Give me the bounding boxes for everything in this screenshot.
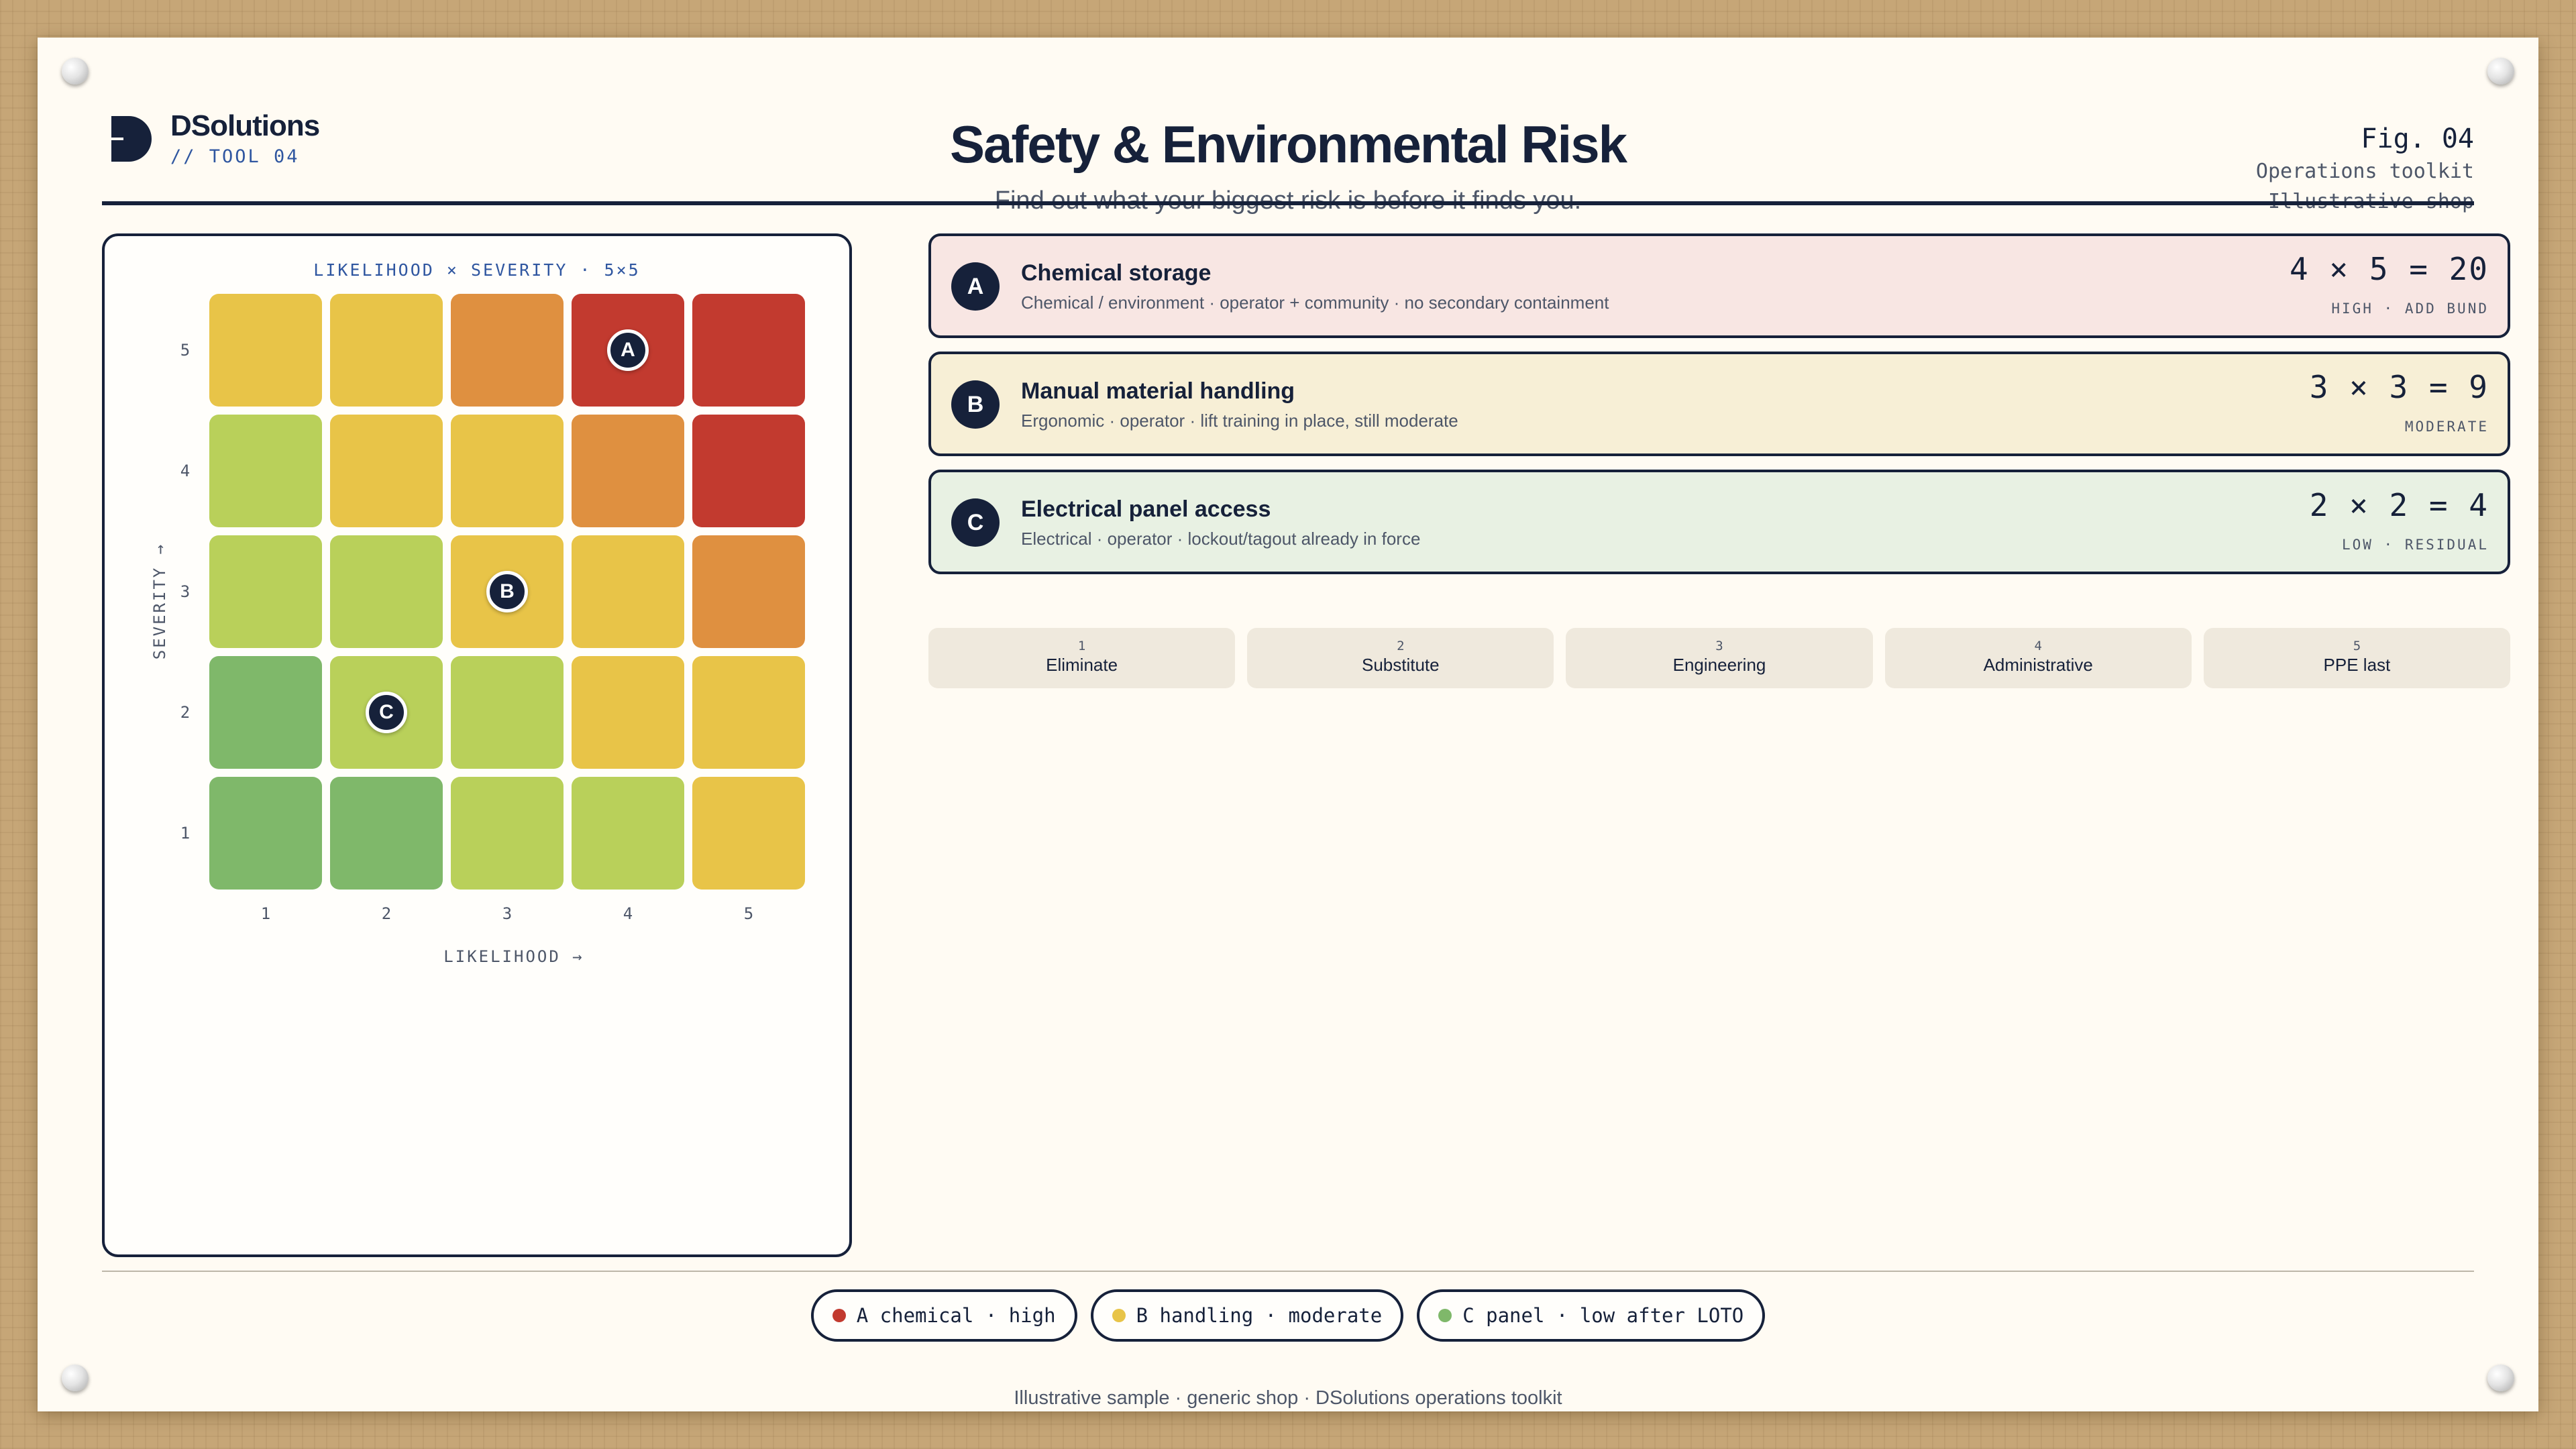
matrix-cell-l5-s5[interactable]	[692, 294, 805, 407]
matrix-cell-l1-s3[interactable]	[209, 535, 322, 648]
risk-marker-b[interactable]: B	[486, 571, 528, 612]
risk-title: Electrical panel access	[1021, 496, 1271, 522]
risk-badge: C	[951, 498, 1000, 547]
control-label: Engineering	[1672, 655, 1766, 675]
pin-top-left	[62, 58, 89, 85]
legend-label: C panel · low after LOTO	[1462, 1304, 1744, 1327]
matrix-cell-l4-s4[interactable]	[572, 415, 684, 527]
risk-score: 4 × 5 = 20	[2290, 251, 2489, 287]
risk-description: Chemical / environment · operator + comm…	[1021, 292, 1609, 313]
legend: A chemical · high B handling · moderate …	[38, 1289, 2538, 1342]
matrix-cell-l2-s3[interactable]	[330, 535, 443, 648]
page-title: Safety & Environmental Risk	[950, 115, 1627, 174]
risk-description: Ergonomic · operator · lift training in …	[1021, 411, 1458, 431]
risk-score: 2 × 2 = 4	[2309, 487, 2489, 523]
legend-item-a[interactable]: A chemical · high	[810, 1289, 1077, 1342]
legend-dot-red	[832, 1309, 846, 1322]
legend-item-c[interactable]: C panel · low after LOTO	[1417, 1289, 1766, 1342]
matrix-cell-l2-s4[interactable]	[330, 415, 443, 527]
control-label: Eliminate	[1046, 655, 1118, 675]
risk-score: 3 × 3 = 9	[2309, 369, 2489, 405]
control-engineering[interactable]: 3 Engineering	[1566, 628, 1873, 688]
footer-divider	[102, 1271, 2474, 1272]
risk-marker-c[interactable]: C	[366, 692, 407, 733]
risk-description: Electrical · operator · lockout/tagout a…	[1021, 529, 1421, 549]
control-administrative[interactable]: 4 Administrative	[1884, 628, 2192, 688]
control-number: 4	[2034, 639, 2042, 653]
matrix-cell-l5-s4[interactable]	[692, 415, 805, 527]
severity-tick-label: 1	[180, 824, 191, 843]
severity-tick-label: 5	[180, 341, 191, 360]
matrix-cell-l4-s1[interactable]	[572, 777, 684, 890]
likelihood-tick-label: 1	[260, 904, 271, 923]
risk-rating: HIGH · ADD BUND	[2331, 301, 2489, 317]
matrix-cell-l3-s4[interactable]	[451, 415, 564, 527]
matrix-cell-l2-s5[interactable]	[330, 294, 443, 407]
risk-badge: A	[951, 262, 1000, 311]
figure-line-1: Operations toolkit	[2255, 160, 2474, 183]
matrix-cell-l1-s1[interactable]	[209, 777, 322, 890]
legend-label: A chemical · high	[856, 1304, 1056, 1327]
legend-dot-green	[1438, 1309, 1452, 1322]
likelihood-tick-label: 2	[381, 904, 392, 923]
control-number: 5	[2353, 639, 2361, 653]
severity-axis-label: SEVERITY →	[150, 542, 169, 660]
matrix-cell-l1-s2[interactable]	[209, 656, 322, 769]
control-substitute[interactable]: 2 Substitute	[1247, 628, 1554, 688]
likelihood-tick-label: 4	[623, 904, 633, 923]
matrix-cell-l5-s3[interactable]	[692, 535, 805, 648]
matrix-cell-l3-s5[interactable]	[451, 294, 564, 407]
risk-badge: B	[951, 380, 1000, 429]
risk-matrix-panel: LIKELIHOOD × SEVERITY · 5×5 SEVERITY → L…	[102, 233, 852, 1257]
figure-number: Fig. 04	[2361, 123, 2474, 154]
control-ppe[interactable]: 5 PPE last	[2203, 628, 2511, 688]
matrix-cell-l3-s2[interactable]	[451, 656, 564, 769]
matrix-cell-l1-s5[interactable]	[209, 294, 322, 407]
risk-card-b[interactable]: B Manual material handling Ergonomic · o…	[928, 352, 2510, 456]
control-number: 3	[1715, 639, 1723, 653]
severity-tick-label: 3	[180, 582, 191, 601]
control-number: 2	[1397, 639, 1405, 653]
control-label: Administrative	[1983, 655, 2093, 675]
likelihood-tick-label: 5	[743, 904, 754, 923]
matrix-cell-l1-s4[interactable]	[209, 415, 322, 527]
legend-item-b[interactable]: B handling · moderate	[1090, 1289, 1404, 1342]
risk-card-a[interactable]: A Chemical storage Chemical / environmen…	[928, 233, 2510, 338]
control-label: PPE last	[2323, 655, 2391, 675]
risk-card-c[interactable]: C Electrical panel access Electrical · o…	[928, 470, 2510, 574]
matrix-cell-l4-s3[interactable]	[572, 535, 684, 648]
pin-top-right	[2487, 58, 2514, 85]
board: DSolutions // TOOL 04 Safety & Environme…	[38, 38, 2538, 1411]
control-number: 1	[1077, 639, 1086, 653]
likelihood-axis-label: LIKELIHOOD →	[443, 947, 584, 966]
matrix-cell-l3-s1[interactable]	[451, 777, 564, 890]
matrix-cell-l4-s2[interactable]	[572, 656, 684, 769]
risk-title: Chemical storage	[1021, 260, 1212, 286]
control-eliminate[interactable]: 1 Eliminate	[928, 628, 1236, 688]
matrix-cell-l5-s2[interactable]	[692, 656, 805, 769]
matrix-cell-l5-s1[interactable]	[692, 777, 805, 890]
likelihood-tick-label: 3	[502, 904, 513, 923]
risk-rating: LOW · RESIDUAL	[2341, 537, 2489, 553]
control-label: Substitute	[1361, 655, 1440, 675]
risk-marker-a[interactable]: A	[607, 329, 649, 371]
matrix-title: LIKELIHOOD × SEVERITY · 5×5	[313, 260, 641, 280]
header-divider	[102, 201, 2474, 205]
risk-rating: MODERATE	[2404, 419, 2489, 435]
legend-dot-yellow	[1112, 1309, 1126, 1322]
matrix-cell-l2-s1[interactable]	[330, 777, 443, 890]
severity-tick-label: 2	[180, 703, 191, 722]
risk-title: Manual material handling	[1021, 378, 1295, 404]
control-hierarchy: 1 Eliminate 2 Substitute 3 Engineering 4…	[928, 628, 2511, 688]
legend-label: B handling · moderate	[1136, 1304, 1383, 1327]
footnote: Illustrative sample · generic shop · DSo…	[1014, 1387, 1562, 1409]
severity-tick-label: 4	[180, 462, 191, 480]
